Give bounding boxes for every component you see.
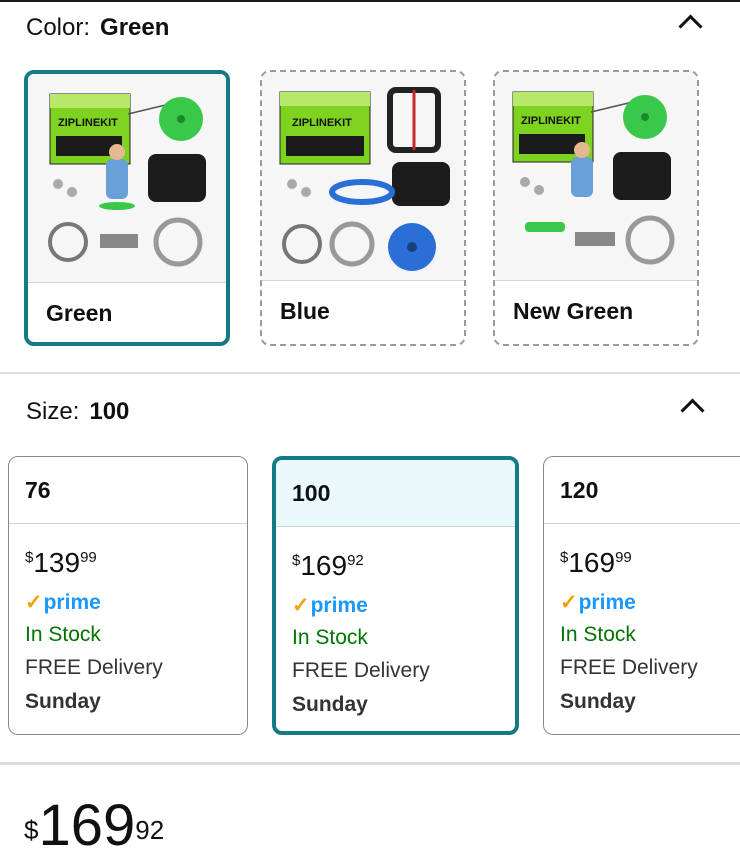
size-option-100[interactable]: 100 $16992 ✓prime In Stock FREE Delivery… xyxy=(272,456,519,735)
prime-badge: ✓prime xyxy=(25,591,101,614)
swatch-label: New Green xyxy=(513,298,634,324)
color-swatch-new-green[interactable]: ZIPLINEKIT New Green xyxy=(493,70,699,346)
size-option-76[interactable]: 76 $13999 ✓prime In Stock FREE Delivery … xyxy=(8,456,248,735)
price-whole: 169 xyxy=(38,793,136,858)
size-option-label: 76 xyxy=(25,477,51,503)
checkmark-icon: ✓ xyxy=(560,591,578,614)
price-fraction: 92 xyxy=(135,815,165,845)
top-border xyxy=(0,0,740,2)
size-selected-value: 100 xyxy=(89,398,130,425)
product-image-new-green: ZIPLINEKIT xyxy=(495,72,697,281)
size-label: Size: xyxy=(26,398,80,425)
product-price: $16992 xyxy=(24,796,164,856)
checkmark-icon: ✓ xyxy=(292,594,310,617)
size-option-label: 100 xyxy=(292,480,331,506)
color-swatch-blue[interactable]: ZIPLINEKIT Blue xyxy=(260,70,466,346)
product-image-blue: ZIPLINEKIT xyxy=(262,72,464,281)
section-divider xyxy=(0,372,740,374)
chevron-up-icon[interactable] xyxy=(680,398,705,423)
size-option-header: 100 xyxy=(276,460,515,527)
stock-status: In Stock xyxy=(292,626,368,649)
delivery-text: FREE Delivery xyxy=(292,659,430,682)
stock-status: In Stock xyxy=(25,623,101,646)
size-header: Size: 100 xyxy=(26,398,129,426)
size-option-price: $16992 xyxy=(292,550,364,581)
price-currency: $ xyxy=(24,815,39,845)
swatch-label: Blue xyxy=(280,298,330,324)
delivery-text: FREE Delivery xyxy=(25,656,163,679)
delivery-day: Sunday xyxy=(292,693,368,716)
swatch-label: Green xyxy=(46,300,113,326)
size-option-120[interactable]: 120 $16999 ✓prime In Stock FREE Delivery… xyxy=(543,456,740,735)
stock-status: In Stock xyxy=(560,623,636,646)
size-option-header: 120 xyxy=(544,457,740,524)
delivery-text: FREE Delivery xyxy=(560,656,698,679)
delivery-day: Sunday xyxy=(25,690,101,713)
color-selected-value: Green xyxy=(100,14,170,41)
checkmark-icon: ✓ xyxy=(25,591,43,614)
chevron-up-icon[interactable] xyxy=(678,14,703,39)
color-label: Color: xyxy=(26,14,91,41)
size-option-price: $16999 xyxy=(560,547,632,578)
size-option-label: 120 xyxy=(560,477,599,503)
product-image-green: ZIPLINEKIT xyxy=(28,74,226,283)
size-option-price: $13999 xyxy=(25,547,97,578)
color-header: Color: Green xyxy=(26,14,169,42)
prime-badge: ✓prime xyxy=(292,594,368,617)
svg-text:ZIPLINEKIT: ZIPLINEKIT xyxy=(58,117,118,129)
section-divider xyxy=(0,762,740,765)
prime-badge: ✓prime xyxy=(560,591,636,614)
delivery-day: Sunday xyxy=(560,690,636,713)
svg-text:ZIPLINEKIT: ZIPLINEKIT xyxy=(292,117,352,129)
size-option-header: 76 xyxy=(9,457,247,524)
color-swatch-green[interactable]: ZIPLINEKIT Green xyxy=(24,70,230,346)
svg-text:ZIPLINEKIT: ZIPLINEKIT xyxy=(521,115,581,127)
